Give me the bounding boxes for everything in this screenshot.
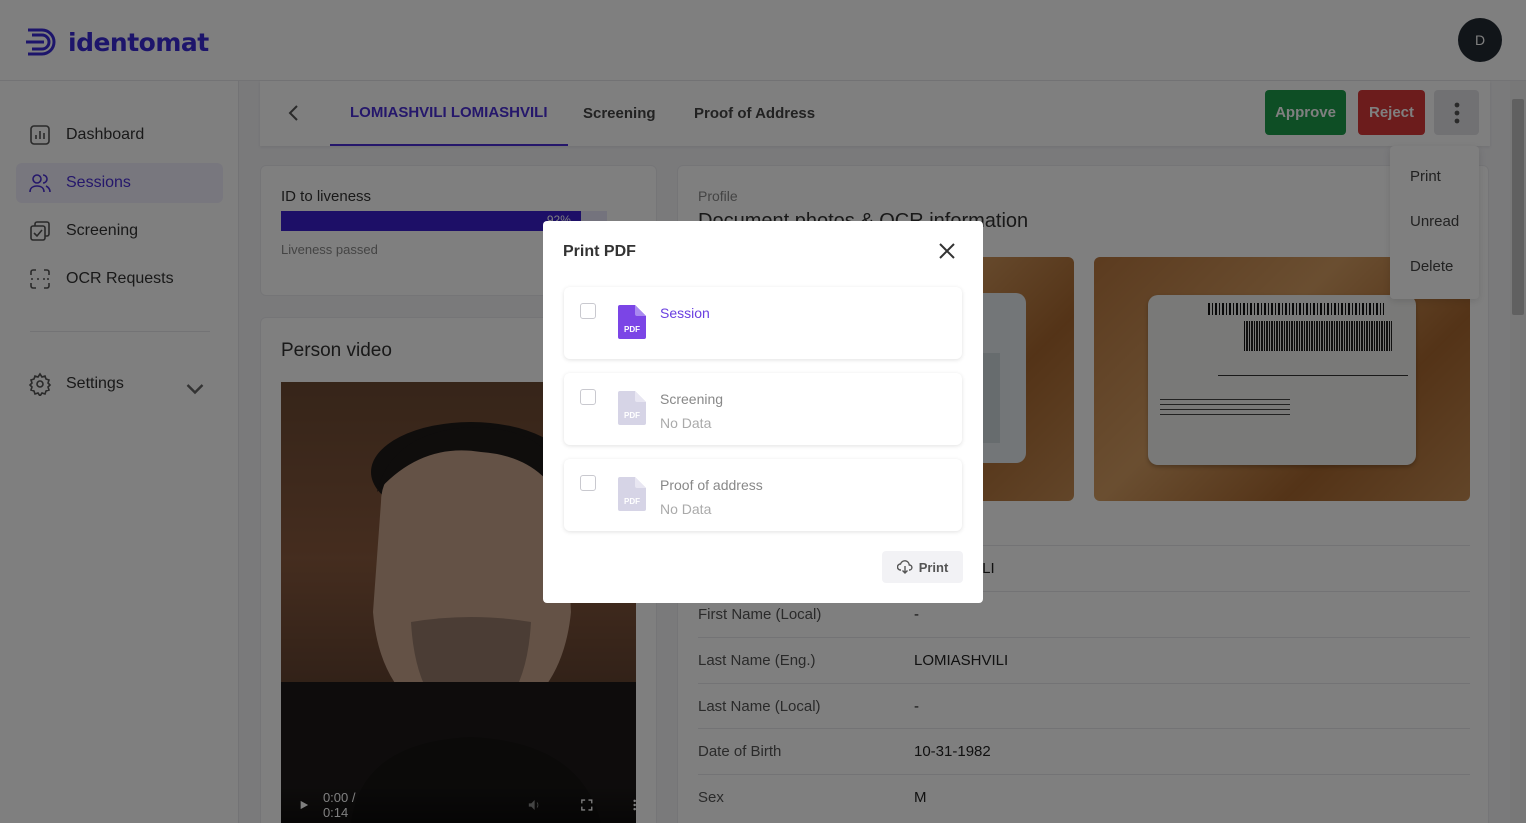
close-icon[interactable]	[937, 241, 957, 261]
print-option-proof-of-address[interactable]: PDF Proof of address No Data	[564, 459, 962, 531]
pdf-file-icon: PDF	[618, 477, 646, 511]
pdf-file-icon: PDF	[618, 391, 646, 425]
print-option-label: Screening	[660, 391, 724, 407]
modal-title: Print PDF	[563, 243, 636, 260]
print-option-label: Proof of address	[660, 477, 763, 493]
pdf-badge-text: PDF	[624, 325, 640, 334]
proof-of-address-checkbox[interactable]	[580, 475, 596, 491]
cloud-download-icon	[896, 560, 913, 574]
pdf-badge-text: PDF	[624, 497, 640, 506]
screening-checkbox[interactable]	[580, 389, 596, 405]
session-checkbox[interactable]	[580, 303, 596, 319]
print-option-screening[interactable]: PDF Screening No Data	[564, 373, 962, 445]
pdf-badge-text: PDF	[624, 411, 640, 420]
print-option-status: No Data	[660, 415, 712, 431]
print-pdf-modal: Print PDF PDF Session PDF Screening No D…	[543, 221, 983, 603]
print-option-status: No Data	[660, 501, 712, 517]
print-option-label: Session	[660, 305, 710, 321]
print-button[interactable]: Print	[882, 551, 963, 583]
pdf-file-icon: PDF	[618, 305, 646, 339]
print-button-label: Print	[918, 559, 949, 575]
print-option-session[interactable]: PDF Session	[564, 287, 962, 359]
